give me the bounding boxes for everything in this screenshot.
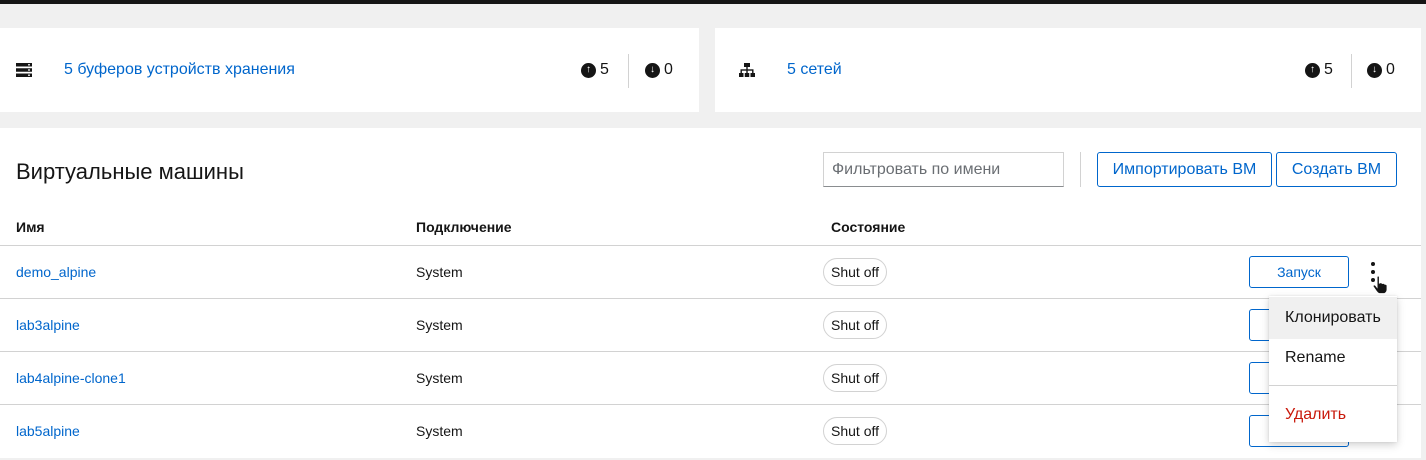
arrow-up-circle-icon: ↑ [581, 62, 596, 78]
networks-card: 5 сетей ↑ 5 ↓ 0 [715, 28, 1421, 112]
menu-item-clone[interactable]: Клонировать [1269, 297, 1397, 339]
vm-state-badge: Shut off [823, 311, 888, 339]
vm-state-badge: Shut off [823, 258, 888, 286]
vm-section-title: Виртуальные машины [16, 159, 244, 184]
network-active-count: ↑ 5 [1305, 61, 1333, 79]
vm-connection: System [416, 264, 463, 280]
import-vm-button[interactable]: Импортировать ВМ [1097, 152, 1272, 187]
network-inactive-count: ↓ 0 [1367, 61, 1395, 79]
storage-inactive-count: ↓ 0 [645, 61, 673, 79]
table-row: lab4alpine-clone1 System Shut off Запуск [0, 351, 1421, 404]
network-icon [739, 63, 755, 77]
virtual-machines-panel: Виртуальные машины Импортировать ВМ Созд… [0, 128, 1421, 458]
network-down-value: 0 [1386, 61, 1395, 78]
storage-icon [16, 63, 32, 77]
vm-actions-dropdown-menu: Клонировать Rename Удалить [1269, 296, 1397, 442]
column-header-connection[interactable]: Подключение [416, 219, 512, 235]
stat-divider [1351, 54, 1352, 88]
arrow-up-circle-icon: ↑ [1305, 62, 1320, 78]
storage-pools-card: 5 буферов устройств хранения ↑ 5 ↓ 0 [0, 28, 699, 112]
menu-item-rename[interactable]: Rename [1269, 337, 1397, 379]
column-header-name[interactable]: Имя [16, 219, 45, 235]
toolbar-divider [1080, 152, 1081, 187]
menu-item-delete[interactable]: Удалить [1269, 394, 1397, 436]
storage-pools-link[interactable]: 5 буферов устройств хранения [64, 60, 295, 80]
hand-pointer-cursor-icon [1372, 275, 1388, 295]
vm-name-link[interactable]: lab3alpine [16, 317, 80, 333]
column-header-state[interactable]: Состояние [831, 219, 905, 235]
vm-connection: System [416, 423, 463, 439]
create-vm-button[interactable]: Создать ВМ [1276, 152, 1397, 187]
stat-divider [628, 54, 629, 88]
filter-by-name-input[interactable] [823, 152, 1064, 187]
storage-active-count: ↑ 5 [581, 61, 609, 79]
vm-name-link[interactable]: demo_alpine [16, 264, 96, 280]
storage-up-value: 5 [600, 61, 609, 78]
network-up-value: 5 [1324, 61, 1333, 78]
start-vm-button[interactable]: Запуск [1249, 256, 1349, 288]
top-bar [0, 0, 1426, 4]
table-row: lab5alpine System Shut off Запуск [0, 404, 1421, 457]
vm-state-badge: Shut off [823, 364, 888, 392]
arrow-down-circle-icon: ↓ [1367, 62, 1382, 78]
vm-name-link[interactable]: lab4alpine-clone1 [16, 370, 126, 386]
table-row: demo_alpine System Shut off Запуск [0, 245, 1421, 298]
vm-name-link[interactable]: lab5alpine [16, 423, 80, 439]
networks-link[interactable]: 5 сетей [787, 60, 842, 80]
vm-state-badge: Shut off [823, 417, 888, 445]
menu-divider [1269, 385, 1397, 386]
vm-connection: System [416, 370, 463, 386]
storage-down-value: 0 [664, 61, 673, 78]
arrow-down-circle-icon: ↓ [645, 62, 660, 78]
table-row: lab3alpine System Shut off Запуск [0, 298, 1421, 351]
vm-connection: System [416, 317, 463, 333]
